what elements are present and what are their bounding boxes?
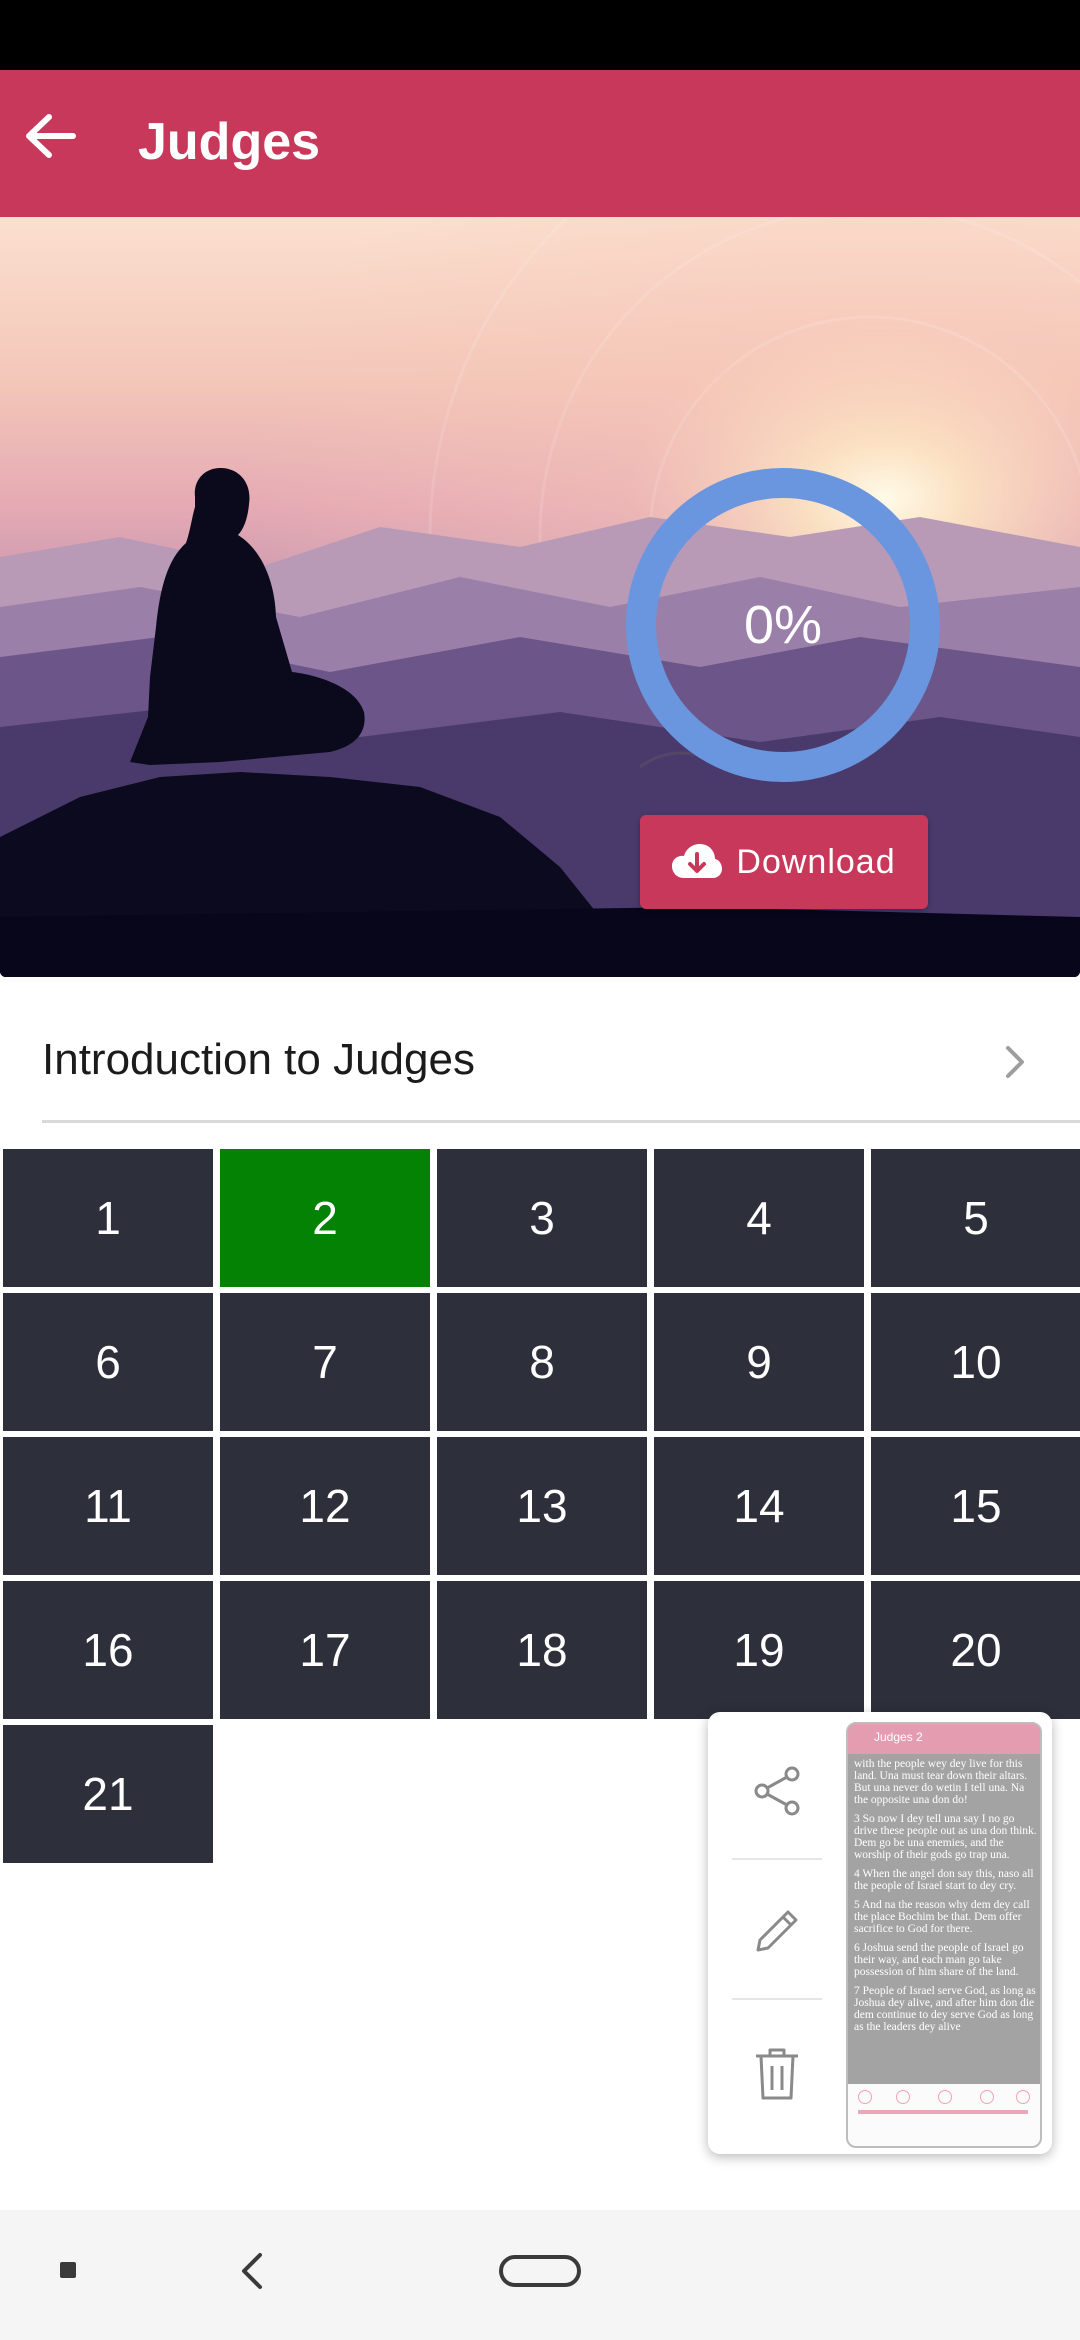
preview-control xyxy=(1016,2090,1030,2104)
system-nav-bar xyxy=(0,2210,1080,2340)
preview-control xyxy=(896,2090,910,2104)
preview-paragraph: 3 So now I dey tell una say I no go driv… xyxy=(854,1813,1037,1861)
download-button[interactable]: Download xyxy=(640,815,928,909)
chapter-button[interactable]: 13 xyxy=(437,1437,647,1575)
page-title: Judges xyxy=(138,113,321,171)
chapter-button[interactable]: 20 xyxy=(871,1581,1080,1719)
chapter-button[interactable]: 17 xyxy=(220,1581,430,1719)
preview-paragraph: 5 And na the reason why dem dey call the… xyxy=(854,1899,1030,1935)
screenshot-preview[interactable]: Judges 2 with the people wey dey live fo… xyxy=(846,1722,1042,2148)
preview-text: with the people wey dey live for this la… xyxy=(854,1758,1038,2088)
preview-title: Judges 2 xyxy=(874,1730,923,1744)
preview-player xyxy=(848,2084,1040,2146)
chapter-button[interactable]: 8 xyxy=(437,1293,647,1431)
chapter-button[interactable]: 15 xyxy=(871,1437,1080,1575)
chapter-button[interactable]: 16 xyxy=(3,1581,213,1719)
chapter-button[interactable]: 1 xyxy=(3,1149,213,1287)
chevron-right-icon xyxy=(1006,1046,1024,1078)
preview-control xyxy=(938,2090,952,2104)
preview-paragraph: with the people wey dey live for this la… xyxy=(854,1758,1028,1806)
chapter-button[interactable]: 3 xyxy=(437,1149,647,1287)
preview-app-bar: Judges 2 xyxy=(848,1724,1040,1754)
screenshot-panel: Judges 2 with the people wey dey live fo… xyxy=(708,1712,1052,2154)
hero-banner: 0% Download xyxy=(0,217,1080,977)
chapter-button[interactable]: 10 xyxy=(871,1293,1080,1431)
chapter-button[interactable]: 5 xyxy=(871,1149,1080,1287)
divider xyxy=(732,1998,822,2000)
share-icon xyxy=(754,1766,800,1816)
arrow-left-icon xyxy=(26,114,76,158)
status-bar xyxy=(0,0,1080,70)
download-button-label: Download xyxy=(736,842,896,881)
delete-icon xyxy=(756,2048,798,2100)
chapter-button[interactable]: 7 xyxy=(220,1293,430,1431)
introduction-label: Introduction to Judges xyxy=(42,1035,475,1084)
nav-back-button[interactable] xyxy=(226,2246,276,2296)
chapter-button[interactable]: 21 xyxy=(3,1725,213,1863)
divider xyxy=(732,1858,822,1860)
preview-control xyxy=(858,2090,872,2104)
delete-button[interactable] xyxy=(732,2018,822,2128)
chapter-button[interactable]: 2 xyxy=(220,1149,430,1287)
chapter-button[interactable]: 12 xyxy=(220,1437,430,1575)
download-progress: 0% xyxy=(624,466,942,784)
preview-paragraph: 6 Joshua send the people of Israel go th… xyxy=(854,1942,1024,1978)
chapter-button[interactable]: 9 xyxy=(654,1293,864,1431)
chapter-button[interactable]: 19 xyxy=(654,1581,864,1719)
edit-button[interactable] xyxy=(732,1876,822,1986)
recents-button[interactable] xyxy=(52,2254,84,2286)
app-bar: Judges xyxy=(0,70,1080,217)
recents-icon xyxy=(60,2262,76,2278)
chapter-button[interactable]: 14 xyxy=(654,1437,864,1575)
preview-seekbar xyxy=(858,2110,1028,2114)
progress-label: 0% xyxy=(743,595,823,655)
introduction-row[interactable]: Introduction to Judges xyxy=(42,1000,1080,1123)
preview-control xyxy=(980,2090,994,2104)
back-button[interactable] xyxy=(14,100,86,172)
chapter-button[interactable]: 11 xyxy=(3,1437,213,1575)
preview-paragraph: 4 When the angel don say this, naso all … xyxy=(854,1868,1034,1892)
back-icon xyxy=(242,2253,262,2289)
home-icon xyxy=(499,2255,581,2287)
chapter-button[interactable]: 18 xyxy=(437,1581,647,1719)
chapter-button[interactable]: 4 xyxy=(654,1149,864,1287)
chapter-button[interactable]: 6 xyxy=(3,1293,213,1431)
edit-icon xyxy=(756,1910,798,1952)
share-button[interactable] xyxy=(732,1736,822,1846)
screen: Judges 0% Download Introduction to Judge… xyxy=(0,0,1080,2340)
home-button[interactable] xyxy=(496,2250,584,2292)
cloud-download-icon xyxy=(672,842,723,882)
preview-paragraph: 7 People of Israel serve God, as long as… xyxy=(854,1985,1036,2033)
